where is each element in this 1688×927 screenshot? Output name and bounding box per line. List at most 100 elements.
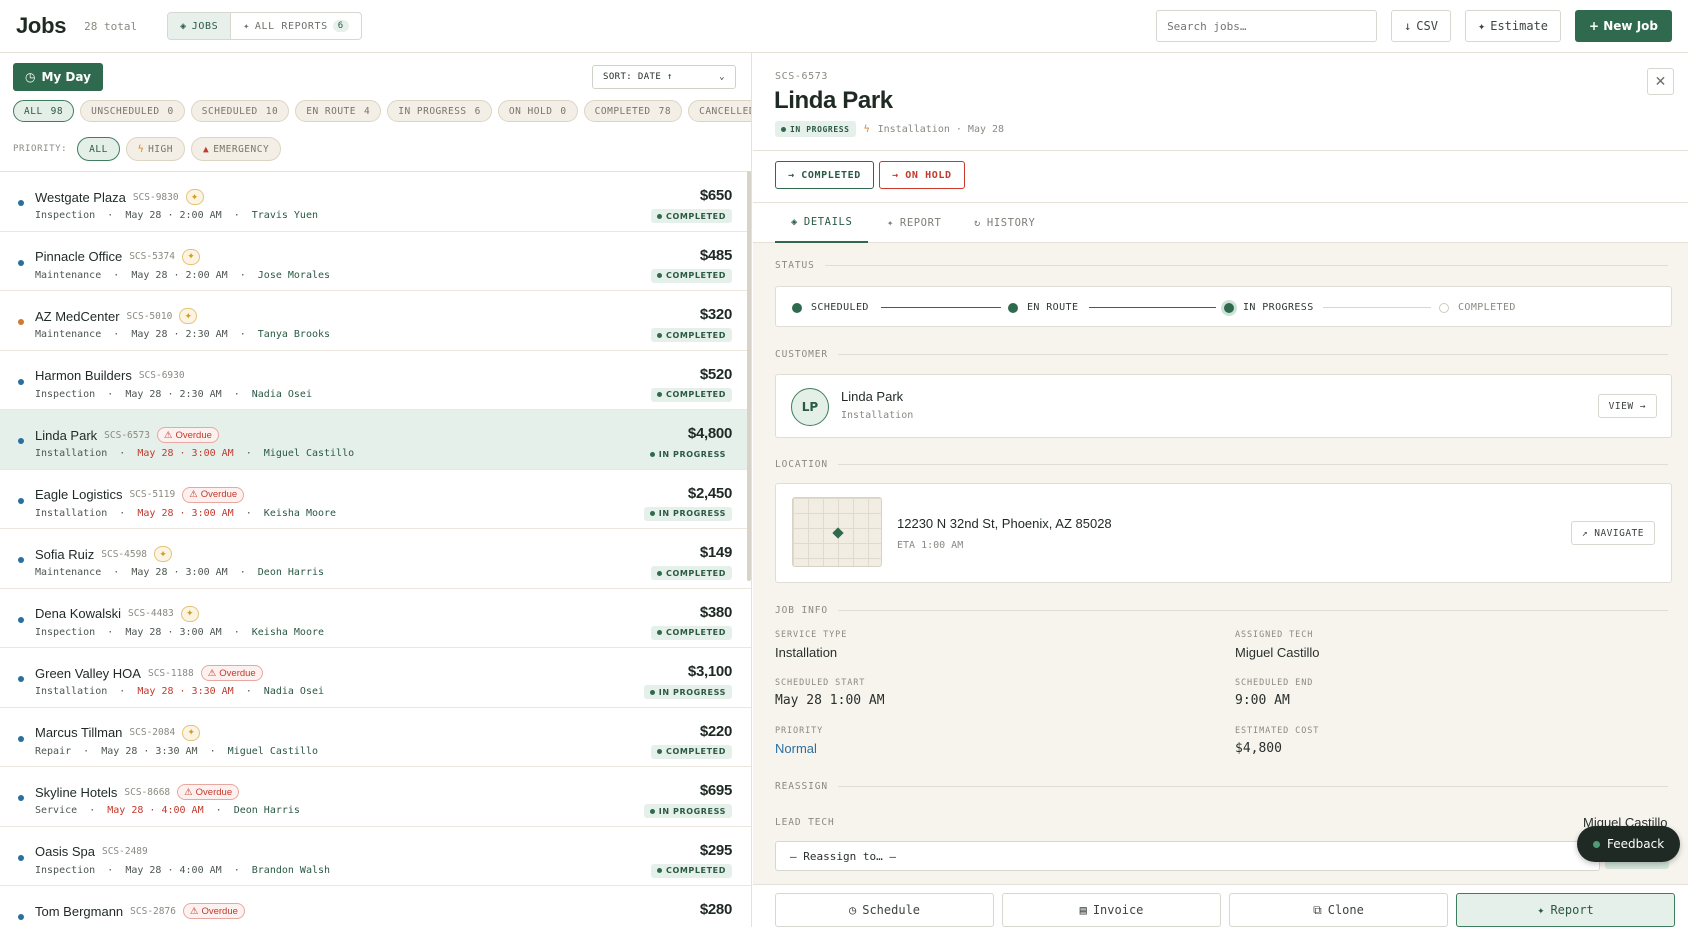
chip-completed[interactable]: COMPLETED 78 [583, 100, 683, 122]
step-en-route: EN ROUTE [1008, 302, 1078, 313]
job-row[interactable]: Sofia Ruiz SCS-4598 ✦ Maintenance · May 28 … [0, 529, 751, 589]
map-thumbnail[interactable] [792, 497, 882, 567]
jobs-list-panel: ◷ My Day SORT: DATE ↑ ⌄ ALL 98 UNSCHEDULED 0… [0, 53, 752, 927]
eta-text: ETA 1:00 AM [897, 540, 964, 551]
section-reassign-label: REASSIGN [775, 781, 1668, 792]
close-icon[interactable]: ✕ [1647, 68, 1674, 95]
priority-dot [18, 200, 24, 206]
assigned-tech-value: Miguel Castillo [1235, 645, 1320, 660]
job-row[interactable]: AZ MedCenter SCS-5010 ✦ Maintenance · May 2… [0, 291, 751, 351]
mark-on-hold-button[interactable]: → ON HOLD [879, 161, 965, 189]
bolt-icon: ϟ [137, 143, 145, 155]
estimate-button[interactable]: ✦ Estimate [1464, 10, 1562, 42]
invoice-button[interactable]: ▤ Invoice [1002, 893, 1221, 927]
csv-button[interactable]: ↓ CSV [1391, 10, 1451, 42]
sort-select[interactable]: SORT: DATE ↑ ⌄ [592, 65, 736, 89]
job-detail-panel: SCS-6573 Linda Park IN PROGRESS ϟ Instal… [753, 53, 1688, 927]
sparkle-icon: ✦ [179, 308, 198, 324]
detail-tabs: ◈ DETAILS ✦ REPORT ↻ HISTORY [753, 203, 1688, 243]
job-row[interactable]: Pinnacle Office SCS-5374 ✦ Maintenance · Ma… [0, 232, 751, 291]
diamond-icon: ◈ [180, 20, 187, 32]
job-row[interactable]: Marcus Tillman SCS-2084 ✦ Repair · May 28 ·… [0, 708, 751, 767]
section-customer-label: CUSTOMER [775, 349, 1668, 360]
tab-history[interactable]: ↻ HISTORY [958, 203, 1051, 243]
job-amount: $380 [699, 603, 732, 621]
job-row[interactable]: Linda Park SCS-6573 ⚠ Overdue Installation ·… [0, 410, 751, 470]
priority-dot [18, 914, 24, 920]
priority-emergency-chip[interactable]: ▲ EMERGENCY [190, 137, 282, 161]
chip-unscheduled[interactable]: UNSCHEDULED 0 [80, 100, 185, 122]
schedule-button[interactable]: ◷ Schedule [775, 893, 994, 927]
chip-all[interactable]: ALL 98 [13, 100, 75, 122]
job-row[interactable]: Harmon Builders SCS-6930 Inspection · May … [0, 351, 751, 410]
tab-details[interactable]: ◈ DETAILS [775, 203, 869, 243]
chip-in-progress[interactable]: IN PROGRESS 6 [387, 100, 492, 122]
job-name: Linda Park [35, 427, 98, 443]
lead-tech-label: LEAD TECH [775, 817, 835, 828]
sparkle-icon: ✦ [154, 546, 173, 562]
job-address: 12230 N 32nd St, Phoenix, AZ 85028 [897, 516, 1112, 531]
priority-dot [18, 438, 24, 444]
priority-high-chip[interactable]: ϟ HIGH [125, 137, 185, 161]
priority-all-chip[interactable]: ALL [77, 137, 120, 161]
priority-filter: PRIORITY: ALL ϟ HIGH ▲ EMERGENCY [13, 137, 282, 161]
status-badge: COMPLETED [650, 209, 732, 223]
chip-cancelled[interactable]: CANCELLED [688, 100, 751, 122]
section-location-label: LOCATION [775, 459, 1668, 470]
sparkle-icon: ✦ [1537, 903, 1545, 917]
top-header: Jobs 28 total ◈JOBS ✦ALL REPORTS6 ↓CSV ✦… [0, 0, 1688, 53]
job-amount: $320 [699, 306, 732, 323]
job-row[interactable]: Eagle Logistics SCS-5119 ⚠ Overdue Installat… [0, 470, 751, 529]
chip-scheduled[interactable]: SCHEDULED 10 [190, 100, 290, 122]
job-row[interactable]: Westgate Plaza SCS-9830 ✦ Inspection · May … [0, 172, 751, 232]
job-name: Skyline Hotels [35, 784, 118, 800]
customer-name: Linda Park [841, 389, 904, 404]
job-amount: $650 [699, 187, 732, 204]
reassign-select[interactable]: — Reassign to… — [775, 841, 1600, 871]
job-amount: $3,100 [687, 663, 732, 680]
avatar: LP [791, 388, 829, 426]
detail-subtitle: Installation · May 28 [877, 123, 1005, 135]
navigate-button[interactable]: ↗ NAVIGATE [1570, 521, 1655, 545]
job-name: AZ MedCenter [35, 308, 120, 324]
report-button[interactable]: ✦ Report [1456, 893, 1675, 927]
job-row[interactable]: Green Valley HOA SCS-1188 ⚠ Overdue Installa… [0, 648, 751, 708]
my-day-button[interactable]: ◷ My Day [13, 63, 103, 91]
clock-icon: ◷ [25, 70, 36, 84]
job-row[interactable]: Oasis Spa SCS-2489 Inspection · May 28 · 4… [0, 827, 751, 886]
jobs-view-button[interactable]: ◈ JOBS [168, 13, 232, 39]
job-meta: Service · May 28 · 4:00 AM · Deon Harris [35, 805, 300, 816]
mark-completed-button[interactable]: → COMPLETED [775, 161, 874, 189]
new-job-button[interactable]: + New Job [1575, 10, 1672, 42]
alert-icon: ⚠ [163, 429, 173, 441]
tab-report[interactable]: ✦ REPORT [871, 203, 957, 243]
job-name: Pinnacle Office [35, 249, 123, 264]
copy-icon: ⧉ [1313, 902, 1322, 917]
job-row[interactable]: Dena Kowalski SCS-4483 ✦ Inspection · May 2… [0, 589, 751, 648]
view-customer-button[interactable]: VIEW → [1597, 394, 1657, 418]
all-reports-button[interactable]: ✦ ALL REPORTS 6 [231, 13, 360, 39]
job-id: SCS-9830 [132, 191, 179, 203]
chip-on-hold[interactable]: ON HOLD 0 [497, 100, 578, 122]
status-badge: IN PROGRESS [643, 447, 732, 461]
job-amount: $520 [699, 365, 732, 383]
estimated-cost-value: $4,800 [1235, 741, 1282, 756]
job-row[interactable]: Skyline Hotels SCS-8668 ⚠ Overdue Service · … [0, 767, 751, 827]
overdue-badge: ⚠ Overdue [200, 665, 263, 681]
job-row[interactable]: Tom Bergmann SCS-2876 ⚠ Overdue $280 [0, 886, 751, 927]
view-switch: ◈ JOBS ✦ ALL REPORTS 6 [167, 12, 362, 40]
search-input[interactable] [1156, 10, 1378, 42]
chip-en-route[interactable]: EN ROUTE 4 [295, 100, 382, 122]
customer-card: LP Linda Park Installation VIEW → [775, 374, 1672, 438]
job-id: SCS-2489 [101, 845, 148, 857]
clone-button[interactable]: ⧉ Clone [1229, 893, 1448, 927]
priority-dot [18, 854, 24, 861]
priority-dot [18, 735, 24, 742]
job-name: Green Valley HOA [35, 665, 141, 681]
feedback-button[interactable]: Feedback [1577, 826, 1681, 862]
list-scrollbar[interactable] [747, 171, 751, 581]
job-meta: Inspection · May 28 · 3:00 AM · Keisha M… [35, 626, 325, 638]
job-id: SCS-5374 [129, 251, 175, 262]
customer-job-type: Installation [841, 410, 914, 421]
step-completed: COMPLETED [1439, 302, 1516, 313]
